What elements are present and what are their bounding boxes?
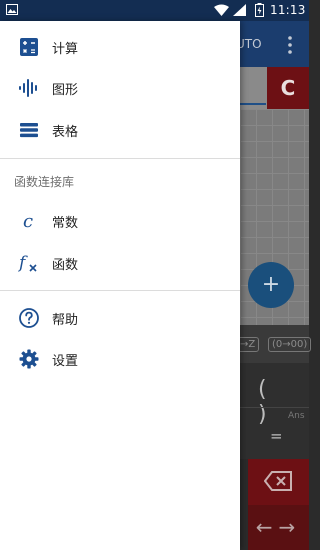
drawer-divider	[0, 158, 240, 159]
help-icon	[19, 308, 39, 328]
key-hint-right: (0→00)	[268, 337, 312, 352]
waveform-icon	[19, 79, 37, 97]
clear-button: C	[267, 67, 309, 109]
nav-item-label: 表格	[52, 125, 79, 140]
overflow-menu-icon	[288, 36, 292, 54]
svg-text:c: c	[23, 211, 33, 232]
equals-key: =	[270, 427, 283, 445]
keypad-divider	[240, 407, 309, 408]
status-time: 11:13	[270, 3, 306, 17]
image-notification-icon	[6, 4, 18, 15]
navigation-drawer: 计算 图形 表格 函数连接库 c 常数 f 函数 帮助 设置	[0, 21, 240, 550]
cursor-arrows: ←→	[248, 505, 309, 550]
nav-item-label: 图形	[52, 83, 79, 98]
nav-item-functions[interactable]: f 函数	[0, 243, 240, 283]
nav-item-help[interactable]: 帮助	[0, 298, 240, 338]
section-title-library: 函数连接库	[14, 175, 75, 189]
nav-item-label: 设置	[52, 354, 79, 369]
nav-item-label: 帮助	[52, 313, 79, 328]
signal-icon	[233, 4, 246, 16]
cursor-underline	[240, 103, 266, 105]
table-icon	[20, 123, 38, 138]
add-fab-button: +	[248, 262, 294, 308]
constant-c-icon: c	[23, 211, 33, 232]
ans-label: Ans	[288, 411, 305, 421]
nav-item-calculate[interactable]: 计算	[0, 27, 240, 67]
function-fx-icon: f	[18, 253, 37, 273]
nav-item-label: 函数	[52, 258, 79, 273]
nav-item-graph[interactable]: 图形	[0, 68, 240, 108]
backspace-icon	[264, 471, 292, 491]
nav-item-label: 计算	[52, 42, 79, 57]
status-bar: 11:13	[0, 0, 309, 21]
nav-item-settings[interactable]: 设置	[0, 339, 240, 379]
nav-item-constants[interactable]: c 常数	[0, 201, 240, 241]
wifi-icon	[214, 4, 229, 16]
nav-item-table[interactable]: 表格	[0, 110, 240, 150]
battery-charging-icon	[255, 3, 264, 17]
drawer-divider	[0, 290, 240, 291]
backspace-key	[248, 459, 309, 505]
nav-item-label: 常数	[52, 216, 79, 231]
settings-gear-icon	[19, 349, 39, 369]
svg-text:f: f	[18, 253, 28, 273]
calculator-icon	[20, 38, 38, 56]
